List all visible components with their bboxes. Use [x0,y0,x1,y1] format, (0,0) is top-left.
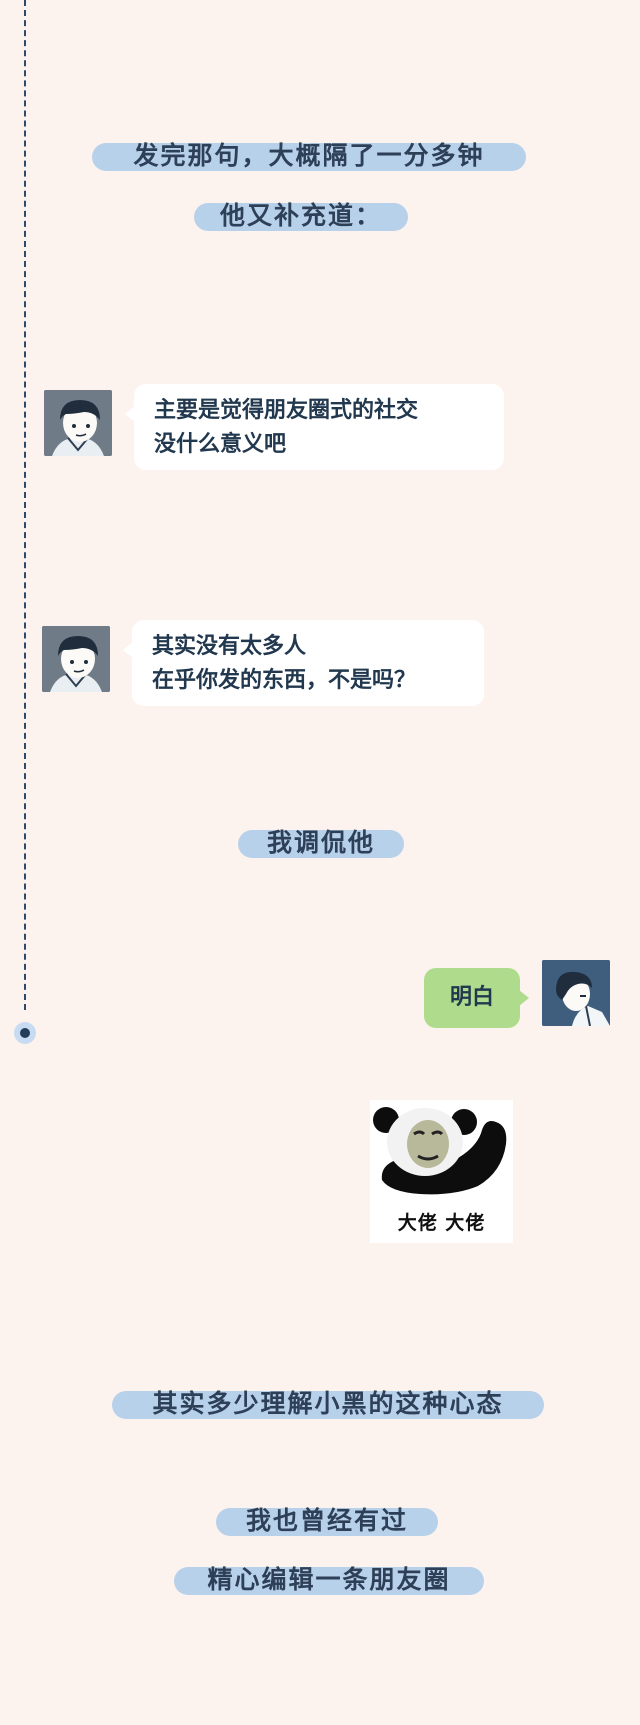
panda-meme-icon [370,1100,513,1205]
man-avatar-icon [44,390,112,456]
message-line: 主要是觉得朋友圈式的社交 [154,398,419,423]
my-message-bubble[interactable]: 明白 [424,968,529,1028]
message-line: 在乎你发的东西，不是吗？ [152,668,417,693]
friend-avatar[interactable] [42,626,110,692]
message-line: 其实没有太多人 [152,634,307,659]
caption-edit-moments: 精心编辑一条朋友圈 [174,1567,484,1595]
timeline-end-dot [14,1022,36,1044]
man-avatar-icon [42,626,110,692]
friend-message-bubble[interactable]: 主要是觉得朋友圈式的社交 没什么意义吧 [125,384,504,470]
caption-once-had: 我也曾经有过 [216,1508,438,1536]
message-line: 没什么意义吧 [154,432,287,457]
timeline-line [24,0,26,1010]
my-avatar[interactable] [542,960,610,1026]
caption-understand: 其实多少理解小黑的这种心态 [112,1391,544,1419]
caption-added: 他又补充道： [194,203,408,231]
friend-message-bubble[interactable]: 其实没有太多人 在乎你发的东西，不是吗？ [123,620,484,706]
sticker-caption: 大佬 大佬 [397,1212,486,1234]
panda-meme-sticker[interactable]: 大佬 大佬 [370,1100,513,1243]
caption-tease: 我调侃他 [238,830,404,858]
caption-time-gap: 发完那句，大概隔了一分多钟 [92,143,526,171]
man-profile-avatar-icon [542,960,610,1026]
friend-avatar[interactable] [44,390,112,456]
